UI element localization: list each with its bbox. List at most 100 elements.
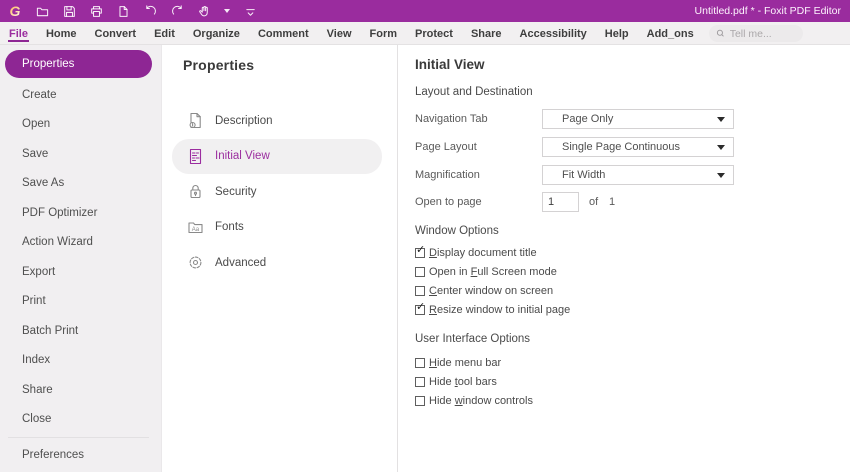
window-title: Untitled.pdf * - Foxit PDF Editor bbox=[694, 5, 841, 17]
of-label: of bbox=[589, 196, 599, 208]
initial-view-icon bbox=[189, 148, 202, 164]
page-layout-dropdown[interactable]: Single Page Continuous bbox=[542, 137, 734, 157]
checkbox-icon[interactable]: ✓ bbox=[415, 245, 425, 258]
save-icon[interactable] bbox=[62, 4, 76, 18]
redo-icon[interactable] bbox=[170, 4, 184, 18]
hand-tool-dropdown-icon[interactable] bbox=[224, 9, 230, 13]
menu-tab-help[interactable]: Help bbox=[596, 23, 638, 44]
properties-item-label: Description bbox=[215, 114, 273, 127]
foxit-pdf-editor-window: G Untitled.pdf * - Foxit PDF Editor File… bbox=[0, 0, 850, 472]
tell-me-input[interactable] bbox=[729, 27, 796, 40]
checkbox-resize-window[interactable]: ✓ Resize window to initial page bbox=[415, 302, 571, 317]
open-to-page-input[interactable] bbox=[542, 192, 579, 212]
print-icon[interactable] bbox=[89, 4, 103, 18]
properties-item-label: Initial View bbox=[215, 150, 270, 163]
sidebar-item-close[interactable]: Close bbox=[0, 405, 161, 435]
properties-item-label: Security bbox=[215, 185, 257, 198]
window-options-heading: Window Options bbox=[415, 225, 499, 237]
tell-me-icon bbox=[716, 29, 724, 37]
sidebar-item-save-as[interactable]: Save As bbox=[0, 169, 161, 199]
checkbox-open-full-screen[interactable]: Open in Full Screen mode bbox=[415, 265, 557, 279]
initial-view-title: Initial View bbox=[415, 57, 485, 72]
menu-tab-home[interactable]: Home bbox=[37, 23, 86, 44]
undo-icon[interactable] bbox=[143, 4, 157, 18]
checkbox-icon[interactable] bbox=[415, 358, 425, 368]
titlebar: G Untitled.pdf * - Foxit PDF Editor bbox=[0, 0, 850, 22]
sidebar-item-export[interactable]: Export bbox=[0, 257, 161, 287]
sidebar-item-properties[interactable]: Properties bbox=[5, 50, 152, 78]
menu-tab-convert[interactable]: Convert bbox=[86, 23, 146, 44]
advanced-icon bbox=[189, 256, 202, 269]
sidebar-item-action-wizard[interactable]: Action Wizard bbox=[0, 228, 161, 258]
checkbox-icon[interactable]: ✓ bbox=[415, 302, 425, 315]
sidebar-item-batch-print[interactable]: Batch Print bbox=[0, 316, 161, 346]
file-backstage-sidebar: Properties Create Open Save Save As PDF … bbox=[0, 45, 162, 472]
chevron-down-icon bbox=[717, 173, 725, 178]
properties-panel: Properties Description Initial View Secu… bbox=[162, 45, 398, 472]
customize-toolbar-icon[interactable] bbox=[243, 4, 257, 18]
hand-tool-icon[interactable] bbox=[197, 4, 211, 18]
checkbox-label: Resize window to initial page bbox=[429, 304, 571, 316]
sidebar-item-share[interactable]: Share bbox=[0, 375, 161, 405]
properties-item-fonts[interactable]: Aa Fonts bbox=[162, 210, 382, 246]
menu-tab-accessibility[interactable]: Accessibility bbox=[511, 23, 596, 44]
initial-view-panel: Initial View Layout and Destination Navi… bbox=[399, 45, 850, 472]
sidebar-item-print[interactable]: Print bbox=[0, 287, 161, 317]
total-pages-value: 1 bbox=[609, 196, 616, 208]
checkbox-hide-tool-bars[interactable]: Hide tool bars bbox=[415, 375, 497, 389]
menu-tab-comment[interactable]: Comment bbox=[249, 23, 318, 44]
checkbox-hide-window-controls[interactable]: Hide window controls bbox=[415, 394, 533, 408]
sidebar-item-index[interactable]: Index bbox=[0, 346, 161, 376]
open-icon[interactable] bbox=[35, 4, 49, 18]
menu-tab-form[interactable]: Form bbox=[361, 23, 407, 44]
checkbox-label: Hide menu bar bbox=[429, 357, 502, 369]
tell-me-search[interactable] bbox=[708, 25, 803, 42]
checkbox-icon[interactable] bbox=[415, 377, 425, 387]
menu-tab-add-ons[interactable]: Add_ons bbox=[638, 23, 703, 44]
navigation-tab-dropdown[interactable]: Page Only bbox=[542, 109, 734, 129]
layout-destination-heading: Layout and Destination bbox=[415, 86, 533, 98]
menu-tab-file[interactable]: File bbox=[0, 23, 37, 44]
open-to-page-label: Open to page bbox=[415, 196, 482, 208]
checkbox-icon[interactable] bbox=[415, 396, 425, 406]
checkbox-label: Hide window controls bbox=[429, 395, 533, 407]
properties-item-label: Advanced bbox=[215, 256, 267, 269]
quick-access-toolbar: G bbox=[0, 3, 257, 19]
properties-item-initial-view[interactable]: Initial View bbox=[172, 138, 382, 174]
checkbox-label: Open in Full Screen mode bbox=[429, 266, 557, 278]
properties-item-security[interactable]: Security bbox=[162, 174, 382, 210]
chevron-down-icon bbox=[717, 117, 725, 122]
menu-tab-edit[interactable]: Edit bbox=[145, 23, 184, 44]
page-layout-label: Page Layout bbox=[415, 141, 477, 153]
chevron-down-icon bbox=[717, 145, 725, 150]
magnification-label: Magnification bbox=[415, 169, 480, 181]
properties-panel-title: Properties bbox=[183, 57, 255, 73]
menu-tab-protect[interactable]: Protect bbox=[406, 23, 462, 44]
checkbox-label: Display document title bbox=[429, 247, 537, 259]
svg-text:Aa: Aa bbox=[192, 227, 200, 233]
sidebar-item-open[interactable]: Open bbox=[0, 110, 161, 140]
navigation-tab-label: Navigation Tab bbox=[415, 113, 488, 125]
menu-tab-view[interactable]: View bbox=[318, 23, 361, 44]
properties-item-description[interactable]: Description bbox=[162, 103, 382, 139]
checkbox-icon[interactable] bbox=[415, 267, 425, 277]
sidebar-item-pdf-optimizer[interactable]: PDF Optimizer bbox=[0, 198, 161, 228]
security-icon bbox=[190, 185, 201, 199]
menu-tab-share[interactable]: Share bbox=[462, 23, 511, 44]
checkbox-hide-menu-bar[interactable]: Hide menu bar bbox=[415, 356, 501, 370]
magnification-dropdown[interactable]: Fit Width bbox=[542, 165, 734, 185]
checkbox-center-window[interactable]: Center window on screen bbox=[415, 284, 553, 298]
checkbox-display-document-title[interactable]: ✓ Display document title bbox=[415, 245, 537, 260]
new-document-icon[interactable] bbox=[116, 4, 130, 18]
properties-item-advanced[interactable]: Advanced bbox=[162, 245, 382, 281]
menu-bar: File Home Convert Edit Organize Comment … bbox=[0, 22, 850, 45]
checkbox-label: Hide tool bars bbox=[429, 376, 497, 388]
sidebar-item-save[interactable]: Save bbox=[0, 139, 161, 169]
sidebar-item-create[interactable]: Create bbox=[0, 80, 161, 110]
fonts-icon: Aa bbox=[188, 222, 203, 233]
sidebar-item-preferences[interactable]: Preferences bbox=[0, 440, 161, 470]
menu-tab-organize[interactable]: Organize bbox=[184, 23, 249, 44]
properties-item-label: Fonts bbox=[215, 221, 244, 234]
checkbox-icon[interactable] bbox=[415, 286, 425, 296]
magnification-value: Fit Width bbox=[562, 169, 606, 181]
